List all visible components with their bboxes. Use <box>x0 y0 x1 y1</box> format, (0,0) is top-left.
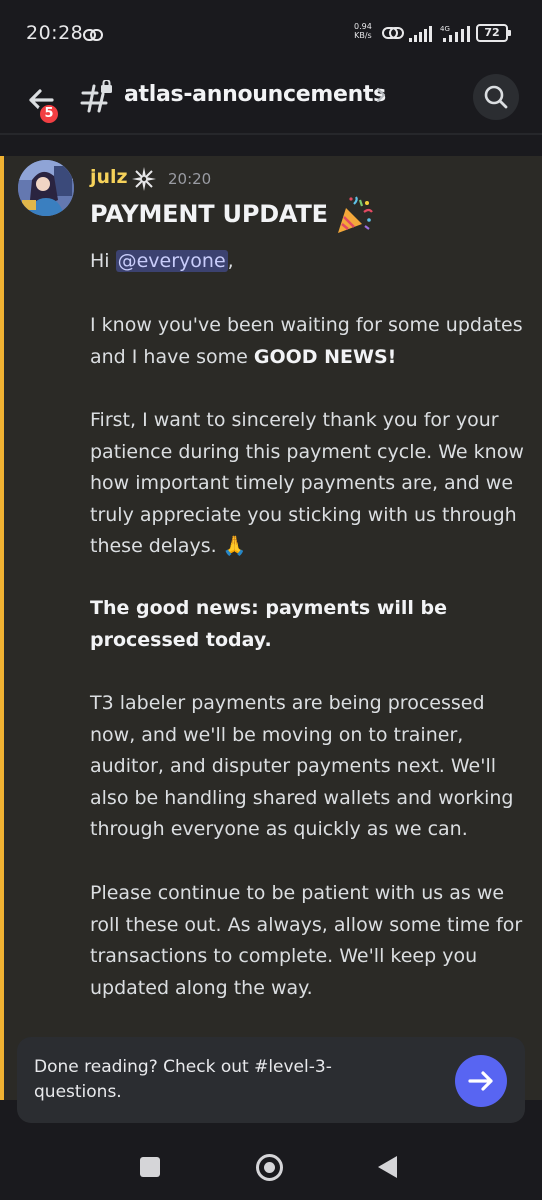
net-speed: 0.94 KB/s <box>354 22 372 40</box>
pray-emoji: 🙏 <box>222 535 247 557</box>
battery-icon: 72 <box>476 24 511 42</box>
message-paragraph-2: First, I want to sincerely thank you for… <box>90 409 524 557</box>
notification-badge: 5 <box>37 102 61 126</box>
timestamp: 20:20 <box>168 170 212 188</box>
status-bar: 20:28 0.94 KB/s 4G 72 <box>0 0 542 62</box>
message[interactable]: julz 20:20 PAYMENT UPDATE Hi @everyone, … <box>0 156 542 1100</box>
message-title: PAYMENT UPDATE <box>90 200 328 228</box>
message-paragraph-4: T3 labeler payments are being processed … <box>90 692 514 840</box>
channel-name[interactable]: atlas-announcements <box>124 82 386 107</box>
wifi-icon <box>381 24 405 46</box>
home-icon[interactable] <box>256 1154 283 1181</box>
status-time: 20:28 <box>26 22 84 44</box>
go-to-channel-button[interactable] <box>455 1055 507 1107</box>
message-paragraph-5: Please continue to be patient with us as… <box>90 882 523 999</box>
signal-icon: 4G <box>440 24 472 46</box>
message-paragraph-1: I know you've been waiting for some upda… <box>90 314 523 368</box>
recent-apps-icon[interactable] <box>140 1157 160 1177</box>
nav-back-icon[interactable] <box>378 1156 397 1178</box>
chevron-right-icon[interactable] <box>374 86 388 108</box>
message-paragraph-3: The good news: payments will be processe… <box>90 597 448 651</box>
suggestion-text: Done reading? Check out #level-3-questio… <box>34 1057 332 1102</box>
svg-text:4G: 4G <box>440 25 450 33</box>
avatar[interactable] <box>18 160 74 216</box>
mention-highlight-bar <box>0 156 4 1100</box>
channel-header: atlas-announcements <box>0 62 542 132</box>
role-icon <box>131 166 157 196</box>
system-nav-bar <box>0 1123 542 1200</box>
message-greeting: Hi @everyone, <box>90 250 234 272</box>
arrow-right-icon <box>468 1071 493 1091</box>
channel-suggestion-bar[interactable]: Done reading? Check out #level-3-questio… <box>17 1037 525 1123</box>
search-button[interactable] <box>473 74 519 120</box>
party-popper-icon <box>334 196 374 240</box>
locked-channel-icon <box>80 79 114 118</box>
header-divider <box>0 133 542 135</box>
search-icon <box>484 85 508 109</box>
everyone-mention[interactable]: @everyone <box>115 250 228 272</box>
link-icon <box>83 26 103 45</box>
signal-icon <box>408 26 434 46</box>
author-name[interactable]: julz <box>90 166 128 188</box>
